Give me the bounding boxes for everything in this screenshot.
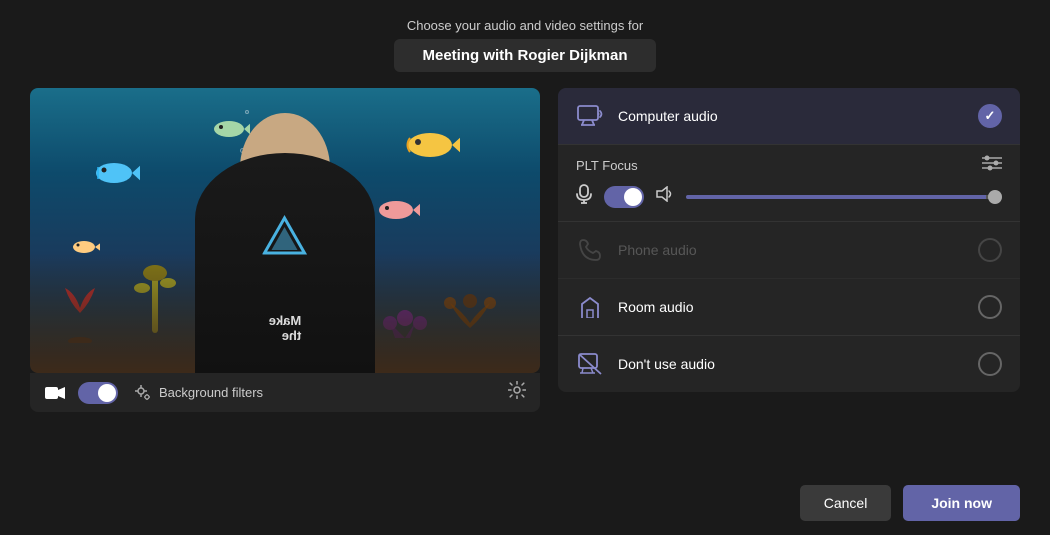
- fish-icon-2: [90, 158, 140, 188]
- video-background: Makethe: [30, 88, 540, 373]
- person-body: Makethe: [195, 153, 375, 373]
- no-audio-check: [978, 352, 1002, 376]
- bg-filters-button[interactable]: Background filters: [134, 384, 263, 402]
- volume-slider[interactable]: [686, 195, 1002, 199]
- room-audio-icon: [576, 293, 604, 321]
- phone-audio-check: [978, 238, 1002, 262]
- fish-icon-1: [400, 128, 460, 163]
- audio-option-phone[interactable]: Phone audio: [558, 222, 1020, 279]
- header-title: Meeting with Rogier Dijkman: [394, 39, 655, 72]
- no-audio-label: Don't use audio: [618, 356, 964, 372]
- phone-audio-label: Phone audio: [618, 242, 964, 258]
- mic-toggle[interactable]: [604, 186, 644, 208]
- plt-focus-row: PLT Focus: [558, 145, 1020, 176]
- join-now-button[interactable]: Join now: [903, 485, 1020, 521]
- microphone-icon: [576, 184, 592, 209]
- header-subtitle: Choose your audio and video settings for: [0, 18, 1050, 33]
- room-audio-label: Room audio: [618, 299, 964, 315]
- camera-toggle[interactable]: [78, 382, 118, 404]
- bg-filters-label: Background filters: [159, 385, 263, 400]
- make-logo: [263, 213, 308, 258]
- camera-icon: [44, 382, 66, 404]
- computer-audio-icon: [576, 102, 604, 130]
- settings-gear-icon[interactable]: [508, 381, 526, 404]
- audio-panel: Computer audio PLT Focus: [558, 88, 1020, 392]
- header: Choose your audio and video settings for…: [0, 0, 1050, 84]
- audio-option-computer[interactable]: Computer audio: [558, 88, 1020, 145]
- volume-icon: [656, 186, 674, 207]
- room-audio-check: [978, 295, 1002, 319]
- audio-option-room[interactable]: Room audio: [558, 279, 1020, 336]
- computer-audio-label: Computer audio: [618, 108, 964, 124]
- fish-icon-4: [210, 118, 250, 140]
- computer-audio-check: [978, 104, 1002, 128]
- cancel-button[interactable]: Cancel: [800, 485, 892, 521]
- sliders-icon[interactable]: [982, 155, 1002, 176]
- fish-icon-3: [375, 198, 420, 223]
- no-audio-icon: [576, 350, 604, 378]
- shirt-logo: Makethe: [269, 313, 302, 343]
- phone-audio-icon: [576, 236, 604, 264]
- video-container: Makethe: [30, 88, 540, 373]
- video-toolbar: Background filters: [30, 373, 540, 412]
- main-content: Makethe: [0, 88, 1050, 471]
- sparkle-icon: [134, 384, 152, 402]
- mic-volume-row: [558, 176, 1020, 222]
- video-panel: Makethe: [30, 88, 540, 412]
- footer: Cancel Join now: [0, 471, 1050, 535]
- audio-option-none[interactable]: Don't use audio: [558, 336, 1020, 392]
- volume-knob: [988, 190, 1002, 204]
- plt-focus-label: PLT Focus: [576, 158, 638, 173]
